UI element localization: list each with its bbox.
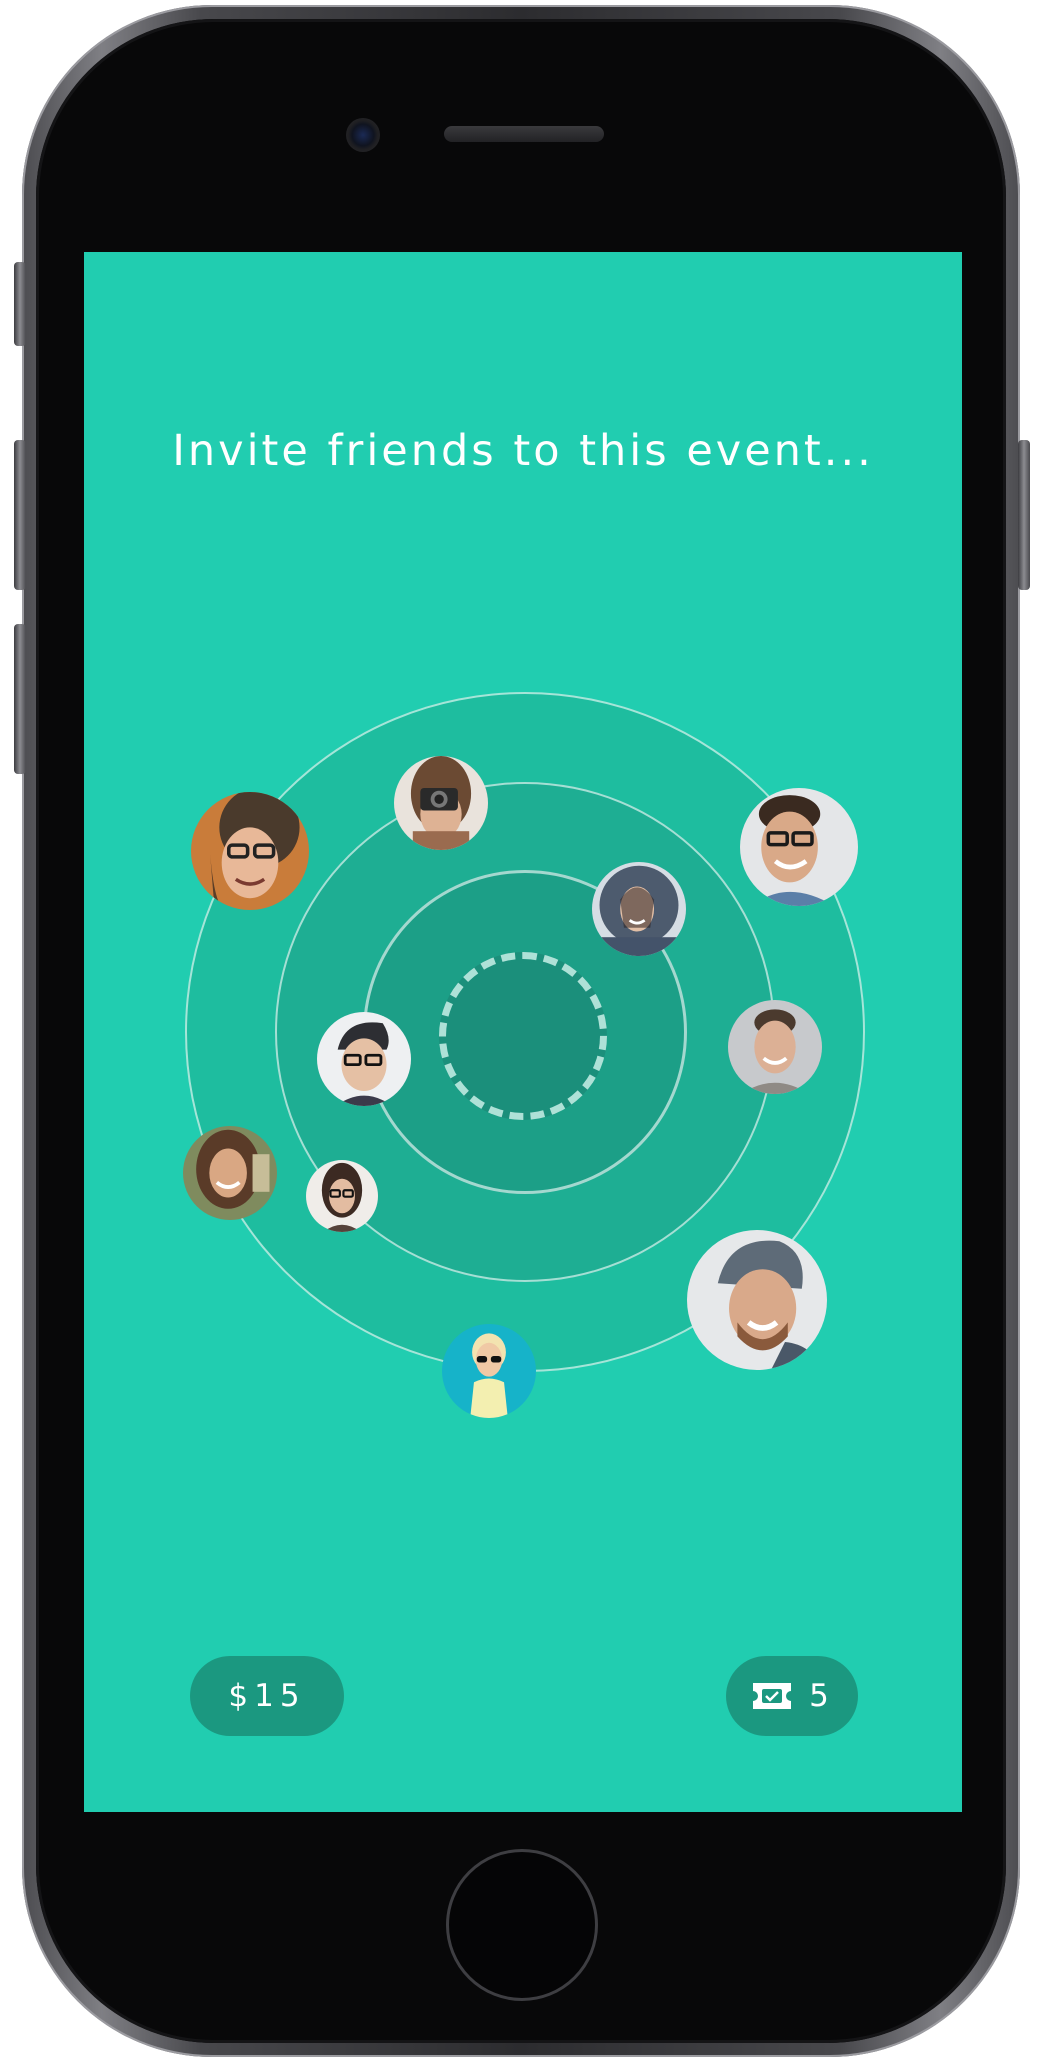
volume-up-button xyxy=(14,440,26,590)
front-camera xyxy=(346,118,380,152)
person-avatar-icon xyxy=(191,792,309,910)
friend-avatar-4[interactable] xyxy=(592,862,686,956)
person-avatar-icon xyxy=(740,788,858,906)
power-button xyxy=(1018,440,1030,590)
app-screen: Invite friends to this event... $15 5 xyxy=(84,252,962,1812)
tickets-button[interactable]: 5 xyxy=(726,1656,858,1736)
volume-down-button xyxy=(14,624,26,774)
friend-avatar-2[interactable] xyxy=(394,756,488,850)
friend-avatar-3[interactable] xyxy=(740,788,858,906)
tickets-count: 5 xyxy=(809,1678,835,1714)
person-avatar-icon xyxy=(728,1000,822,1094)
price-label: $15 xyxy=(228,1678,306,1714)
page-title: Invite friends to this event... xyxy=(172,426,874,476)
mute-switch xyxy=(14,262,26,346)
person-avatar-icon xyxy=(306,1160,378,1232)
friend-avatar-5[interactable] xyxy=(317,1012,411,1106)
earpiece-speaker xyxy=(444,126,604,142)
friend-avatar-8[interactable] xyxy=(306,1160,378,1232)
friend-avatar-7[interactable] xyxy=(183,1126,277,1220)
center-drop-target[interactable] xyxy=(439,952,607,1120)
person-avatar-icon xyxy=(394,756,488,850)
friend-avatar-6[interactable] xyxy=(728,1000,822,1094)
person-avatar-icon xyxy=(183,1126,277,1220)
friend-avatar-1[interactable] xyxy=(191,792,309,910)
person-avatar-icon xyxy=(442,1324,536,1418)
friend-avatar-9[interactable] xyxy=(687,1230,827,1370)
person-avatar-icon xyxy=(687,1230,827,1370)
friend-avatar-10[interactable] xyxy=(442,1324,536,1418)
home-button[interactable] xyxy=(446,1849,598,2001)
person-avatar-icon xyxy=(317,1012,411,1106)
ticket-icon xyxy=(753,1683,792,1709)
price-button[interactable]: $15 xyxy=(190,1656,344,1736)
person-avatar-icon xyxy=(592,862,686,956)
